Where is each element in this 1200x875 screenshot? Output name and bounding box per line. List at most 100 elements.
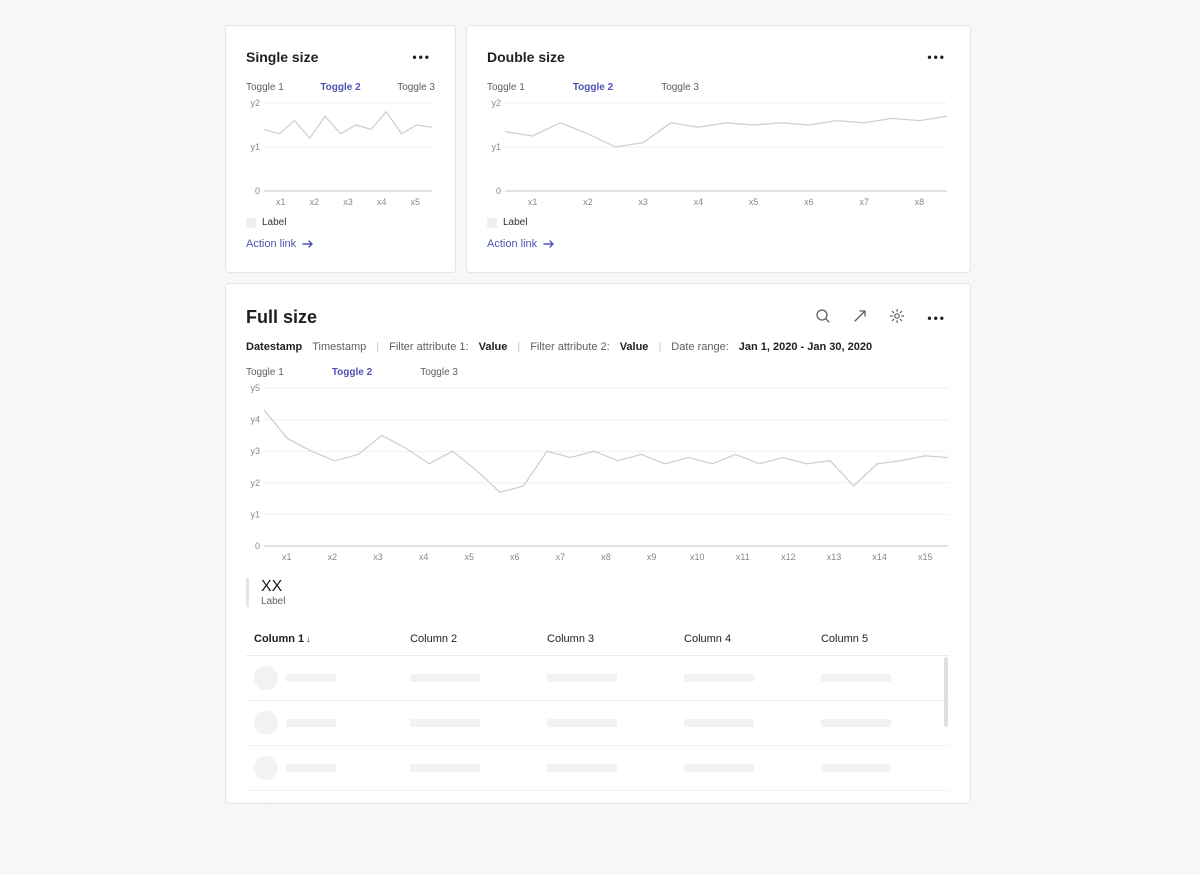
cell-placeholder	[410, 719, 480, 727]
column-header-3[interactable]: Column 3	[539, 623, 676, 656]
svg-text:y2: y2	[250, 478, 260, 488]
filter-tab-timestamp[interactable]: Timestamp	[312, 341, 366, 353]
toggle-1[interactable]: Toggle 1	[246, 82, 284, 93]
gear-icon	[889, 308, 905, 327]
filter-attr2-label: Filter attribute 2:	[530, 341, 609, 353]
svg-text:x2: x2	[583, 197, 593, 207]
toggle-2[interactable]: Toggle 2	[332, 367, 372, 378]
svg-text:x1: x1	[282, 552, 292, 562]
card-double-more-button[interactable]: •••	[923, 46, 950, 68]
svg-text:x13: x13	[827, 552, 842, 562]
chart-single: 0y1y2x1x2x3x4x5	[246, 99, 435, 209]
svg-text:x2: x2	[310, 197, 320, 207]
cell-placeholder	[286, 674, 336, 682]
toggle-3[interactable]: Toggle 3	[661, 82, 699, 93]
toggle-2[interactable]: Toggle 2	[573, 82, 613, 93]
svg-text:y4: y4	[250, 415, 260, 425]
card-full-more-button[interactable]: •••	[923, 307, 950, 329]
svg-text:0: 0	[255, 541, 260, 551]
card-double-title: Double size	[487, 49, 565, 65]
filter-range-label: Date range:	[671, 341, 728, 353]
svg-text:x15: x15	[918, 552, 933, 562]
arrow-right-icon	[543, 239, 555, 249]
card-double-toggles: Toggle 1 Toggle 2 Toggle 3	[487, 82, 950, 93]
filter-attr1-label: Filter attribute 1:	[389, 341, 468, 353]
table-row[interactable]	[246, 656, 950, 701]
column-header-1[interactable]: Column 1↓	[246, 623, 402, 656]
legend-double: Label	[487, 217, 950, 228]
column-header-5[interactable]: Column 5	[813, 623, 950, 656]
toggle-3[interactable]: Toggle 3	[420, 367, 458, 378]
svg-text:x3: x3	[638, 197, 648, 207]
separator: |	[517, 341, 520, 353]
cell-placeholder	[684, 674, 754, 682]
separator: |	[658, 341, 661, 353]
cell-placeholder	[286, 719, 336, 727]
cell-placeholder	[821, 764, 891, 772]
filter-attr2-value[interactable]: Value	[620, 341, 649, 353]
card-full-title: Full size	[246, 307, 317, 328]
svg-text:x5: x5	[749, 197, 759, 207]
svg-text:x2: x2	[328, 552, 338, 562]
column-header-2[interactable]: Column 2	[402, 623, 539, 656]
more-icon: •••	[927, 50, 946, 64]
cell-placeholder	[286, 764, 336, 772]
settings-button[interactable]	[885, 304, 909, 331]
filter-range-value[interactable]: Jan 1, 2020 - Jan 30, 2020	[739, 341, 872, 353]
table-row[interactable]	[246, 746, 950, 791]
svg-text:x3: x3	[373, 552, 383, 562]
toggle-1[interactable]: Toggle 1	[487, 82, 525, 93]
action-link-single[interactable]: Action link	[246, 238, 314, 250]
stat-accent-bar	[246, 578, 249, 607]
column-header-4[interactable]: Column 4	[676, 623, 813, 656]
svg-text:x1: x1	[528, 197, 538, 207]
cell-placeholder	[547, 764, 617, 772]
search-button[interactable]	[811, 304, 835, 331]
cell-placeholder	[547, 719, 617, 727]
cell-placeholder	[410, 764, 480, 772]
card-single-title: Single size	[246, 49, 318, 65]
filter-tab-datestamp[interactable]: Datestamp	[246, 341, 302, 353]
table-row[interactable]	[246, 701, 950, 746]
svg-text:x14: x14	[872, 552, 887, 562]
cell-placeholder	[684, 764, 754, 772]
arrow-right-icon	[302, 239, 314, 249]
legend-swatch	[487, 218, 497, 228]
action-link-text: Action link	[487, 238, 537, 250]
svg-text:y1: y1	[250, 142, 260, 152]
more-icon: •••	[927, 311, 946, 325]
toggle-3[interactable]: Toggle 3	[397, 82, 435, 93]
cell-placeholder	[821, 674, 891, 682]
stat-block: XX Label	[246, 578, 950, 607]
svg-text:x5: x5	[464, 552, 474, 562]
chart-double: 0y1y2x1x2x3x4x5x6x7x8	[487, 99, 950, 209]
svg-text:x1: x1	[276, 197, 286, 207]
filter-bar: Datestamp Timestamp | Filter attribute 1…	[246, 341, 950, 353]
card-single: Single size ••• Toggle 1 Toggle 2 Toggle…	[225, 25, 456, 273]
card-double: Double size ••• Toggle 1 Toggle 2 Toggle…	[466, 25, 971, 273]
cell-placeholder	[821, 719, 891, 727]
avatar-placeholder	[254, 666, 278, 690]
toggle-1[interactable]: Toggle 1	[246, 367, 284, 378]
svg-text:x7: x7	[859, 197, 869, 207]
svg-text:y5: y5	[250, 384, 260, 393]
svg-text:x12: x12	[781, 552, 796, 562]
card-full-toggles: Toggle 1 Toggle 2 Toggle 3	[246, 367, 950, 378]
expand-icon	[853, 309, 867, 326]
legend-label: Label	[262, 217, 286, 228]
expand-button[interactable]	[849, 305, 871, 330]
svg-text:x11: x11	[736, 552, 750, 562]
search-icon	[815, 308, 831, 327]
toggle-2[interactable]: Toggle 2	[320, 82, 360, 93]
table-row[interactable]	[246, 791, 950, 804]
card-single-more-button[interactable]: •••	[408, 46, 435, 68]
scrollbar-thumb[interactable]	[944, 657, 948, 727]
cell-placeholder	[547, 674, 617, 682]
filter-attr1-value[interactable]: Value	[479, 341, 508, 353]
svg-text:x8: x8	[915, 197, 925, 207]
card-full: Full size •••	[225, 283, 971, 804]
action-link-double[interactable]: Action link	[487, 238, 555, 250]
svg-text:y1: y1	[250, 509, 260, 519]
action-link-text: Action link	[246, 238, 296, 250]
sort-down-icon: ↓	[306, 634, 311, 644]
